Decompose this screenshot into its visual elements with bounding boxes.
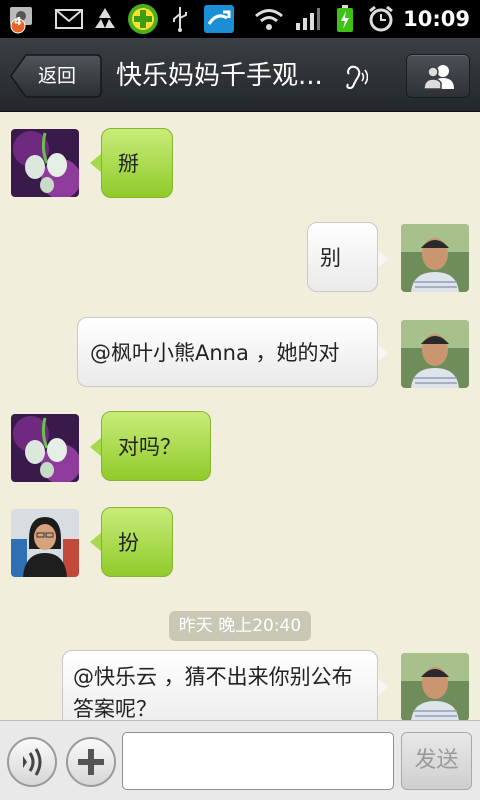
signal-strength-icon: [294, 5, 322, 33]
flower-avatar[interactable]: [11, 129, 79, 197]
message-bubble[interactable]: 掰: [101, 128, 173, 198]
flower-avatar[interactable]: [11, 414, 79, 482]
wifi-icon: [254, 5, 284, 33]
gallery-notification-icon: 4: [4, 5, 48, 34]
send-button[interactable]: 发送: [401, 732, 472, 790]
message-bubble[interactable]: @枫叶小熊Anna ，她的对: [77, 317, 378, 387]
notification-count: 4: [14, 15, 22, 28]
security-plus-icon: [126, 4, 160, 34]
back-button-label: 返回: [38, 65, 77, 87]
timestamp-divider: 昨天 晚上20:40: [169, 611, 311, 641]
group-members-button[interactable]: [406, 54, 470, 98]
earpiece-mode-icon: [344, 64, 369, 90]
chat-title: 快乐妈妈千手观...: [116, 61, 323, 91]
voice-wave-icon: [23, 748, 42, 776]
message-bubble[interactable]: 对吗？: [101, 411, 211, 481]
title-bar: 返回 快乐妈妈千手观...: [0, 38, 480, 112]
man-avatar[interactable]: [401, 320, 469, 388]
message-bubble[interactable]: 别: [307, 222, 378, 292]
man-avatar[interactable]: [401, 224, 469, 292]
app-update-icon: [202, 5, 236, 33]
mail-icon: [54, 5, 84, 33]
input-bar: 发送: [0, 720, 480, 800]
alarm-clock-icon: [366, 5, 396, 33]
back-button[interactable]: 返回: [10, 54, 102, 98]
message-bubble[interactable]: 扮: [101, 507, 173, 577]
battery-charging-icon: [334, 5, 356, 33]
voice-input-button[interactable]: [7, 737, 57, 787]
group-members-icon: [423, 65, 454, 90]
add-attachment-button[interactable]: [66, 737, 116, 787]
message-list[interactable]: 掰 别 @枫叶小熊Anna ，她的对 对吗？ 扮 昨天 晚上20:40 @快乐云…: [0, 112, 480, 720]
message-bubble[interactable]: @快乐云 ，猜不出来你别公布答案呢？: [62, 650, 378, 720]
usb-icon: [168, 5, 192, 33]
recycle-icon: [90, 5, 120, 33]
clock-time: 10:09: [403, 7, 470, 31]
girl-avatar[interactable]: [11, 509, 79, 577]
message-input[interactable]: [122, 732, 394, 790]
man-avatar[interactable]: [401, 653, 469, 720]
plus-icon: [78, 749, 104, 775]
status-bar: 4 10:09: [0, 0, 480, 38]
